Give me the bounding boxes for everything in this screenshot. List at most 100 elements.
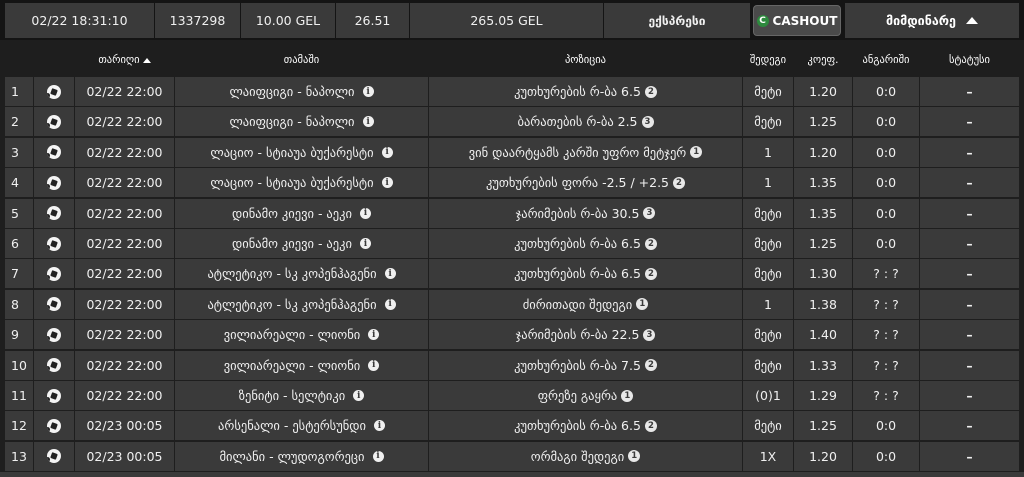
table-row: 13 02/23 00:05 მილანი - ლუდოგორეცი i ორმ… [0, 441, 1024, 471]
table-row: 1 02/22 22:00 ლაიფციგი - ნაპოლი i კუთხურ… [0, 77, 1024, 106]
table-row: 12 02/23 00:05 არსენალი - ესტერსუნდი i კ… [0, 411, 1024, 441]
table-bottom-edge [0, 472, 1024, 477]
event-odds: 1.35 [794, 168, 852, 198]
table-row: 5 02/22 22:00 დინამო კიევი - აეკი i ჯარი… [0, 198, 1024, 228]
event-datetime: 02/22 22:00 [75, 198, 174, 228]
event-datetime: 02/22 22:00 [75, 107, 174, 137]
event-status: – [920, 320, 1019, 350]
position-text: ფრეზე გაყრა [537, 388, 618, 403]
event-result: მეტი [743, 229, 793, 258]
event-odds: 1.20 [794, 77, 852, 106]
event-position: კუთხურების რ-ბა 7.5 2 [429, 350, 742, 380]
column-header-date[interactable]: თარიღი [75, 44, 174, 76]
position-text: ძირითადი შედეგი [522, 296, 633, 312]
table-row: 6 02/22 22:00 დინამო კიევი - აეკი i კუთხ… [0, 229, 1024, 258]
event-datetime: 02/22 22:00 [75, 77, 174, 106]
table-row: 7 02/22 22:00 ატლეტიკო - სკ კოპენჰაგენი … [0, 259, 1024, 289]
event-position: ძირითადი შედეგი 1 [429, 289, 742, 319]
event-status: – [920, 381, 1019, 410]
event-score: ? : ? [853, 259, 919, 289]
game-name: ვილიარეალი - ლიონი [223, 357, 361, 373]
event-result: მეტი [743, 107, 793, 137]
event-position: ჯარიმების რ-ბა 30.5 3 [429, 198, 742, 228]
soccer-ball-icon [47, 449, 61, 464]
event-odds: 1.38 [794, 289, 852, 319]
event-result: 1 [743, 168, 793, 198]
table-header: თარიღი თამაში პოზიცია შედეგი კოეფ. ანგარ… [0, 44, 1024, 76]
info-icon[interactable]: i [362, 86, 374, 97]
ticket-id: 1337298 [155, 3, 240, 38]
soccer-ball-icon [47, 114, 61, 129]
info-icon[interactable]: i [362, 116, 374, 128]
event-game: ზენიტი - სელტიკი i [175, 381, 428, 410]
info-icon[interactable]: i [384, 268, 396, 280]
sport-cell [34, 441, 74, 471]
sport-cell [34, 350, 74, 380]
info-icon[interactable]: i [368, 329, 380, 341]
info-icon[interactable]: i [368, 359, 380, 371]
info-icon[interactable]: i [381, 146, 393, 158]
event-position: ფრეზე გაყრა 1 [429, 381, 742, 410]
event-score: 0:0 [853, 229, 919, 258]
event-datetime: 02/23 00:05 [75, 411, 174, 441]
game-name: მილანი - ლუდოგორეცი [219, 448, 365, 464]
table-row: 11 02/22 22:00 ზენიტი - სელტიკი i ფრეზე … [0, 381, 1024, 410]
cashout-button[interactable]: C CASHOUT [753, 5, 841, 36]
info-icon[interactable]: i [372, 450, 384, 462]
period-marker-icon: 1 [636, 298, 649, 311]
event-datetime: 02/22 22:00 [75, 289, 174, 319]
info-icon[interactable]: i [359, 207, 371, 219]
sport-cell [34, 229, 74, 258]
sport-cell [34, 168, 74, 198]
info-icon[interactable]: i [384, 298, 396, 310]
ticket-summary-bar: 02/22 18:31:10 1337298 10.00 GEL 26.51 2… [0, 0, 1024, 40]
position-text: ბარათების რ-ბა 2.5 [517, 114, 638, 130]
event-odds: 1.30 [794, 259, 852, 289]
table-row: 8 02/22 22:00 ატლეტიკო - სკ კოპენჰაგენი … [0, 289, 1024, 319]
event-status: – [920, 441, 1019, 471]
info-icon[interactable]: i [353, 390, 365, 401]
event-odds: 1.25 [794, 411, 852, 441]
soccer-ball-icon [47, 418, 61, 433]
event-odds: 1.25 [794, 107, 852, 137]
event-status: – [920, 198, 1019, 228]
table-row: 3 02/22 22:00 ლაციო - სტიაუა ბუქარესტი i… [0, 137, 1024, 167]
event-score: 0:0 [853, 77, 919, 106]
info-icon[interactable]: i [373, 420, 385, 432]
sport-cell [34, 411, 74, 441]
row-number: 11 [5, 381, 33, 410]
event-game: მილანი - ლუდოგორეცი i [175, 441, 428, 471]
sport-cell [34, 137, 74, 167]
event-status: – [920, 137, 1019, 167]
event-score: ? : ? [853, 350, 919, 380]
row-number: 6 [5, 229, 33, 258]
current-status-toggle[interactable]: მიმდინარე [845, 3, 1019, 38]
column-header-game: თამაში [283, 54, 320, 66]
soccer-ball-icon [47, 206, 61, 221]
column-header-odds: კოეფ. [807, 54, 839, 66]
soccer-ball-icon [47, 145, 61, 160]
info-icon[interactable]: i [381, 177, 393, 189]
event-odds: 1.40 [794, 320, 852, 350]
game-name: ლაციო - სტიაუა ბუქარესტი [210, 144, 374, 160]
position-text: ვინ დაარტყამს კარში უფრო მეტჯერ [468, 144, 687, 160]
event-score: 0:0 [853, 107, 919, 137]
info-icon[interactable]: i [359, 238, 371, 249]
position-text: კუთხურების რ-ბა 6.5 [514, 266, 641, 282]
event-game: ლაიფციგი - ნაპოლი i [175, 107, 428, 137]
position-text: კუთხურების ფორა -2.5 / +2.5 [485, 175, 670, 191]
game-name: დინამო კიევი - აეკი [232, 205, 352, 221]
event-position: კუთხურების ფორა -2.5 / +2.5 2 [429, 168, 742, 198]
event-result: მეტი [743, 259, 793, 289]
column-header-position: პოზიცია [564, 54, 607, 66]
soccer-ball-icon [47, 175, 61, 190]
period-marker-icon: 1 [628, 450, 641, 463]
row-number: 12 [5, 411, 33, 441]
period-marker-icon: 2 [644, 267, 657, 280]
event-game: დინამო კიევი - აეკი i [175, 229, 428, 258]
soccer-ball-icon [47, 266, 61, 281]
game-name: ლაიფციგი - ნაპოლი [229, 114, 355, 130]
soccer-ball-icon [47, 236, 61, 251]
event-datetime: 02/22 22:00 [75, 137, 174, 167]
event-status: – [920, 77, 1019, 106]
